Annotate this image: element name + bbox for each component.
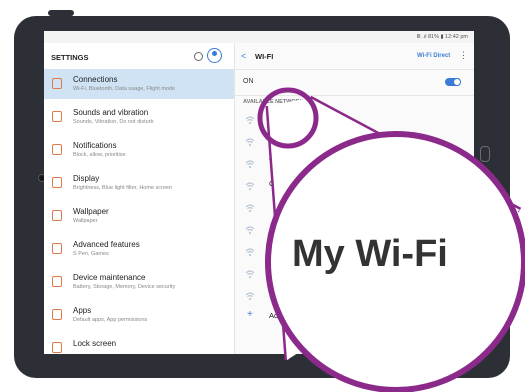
zoom-callout bbox=[257, 87, 525, 392]
zoomed-network-name: My Wi-Fi bbox=[292, 233, 448, 275]
